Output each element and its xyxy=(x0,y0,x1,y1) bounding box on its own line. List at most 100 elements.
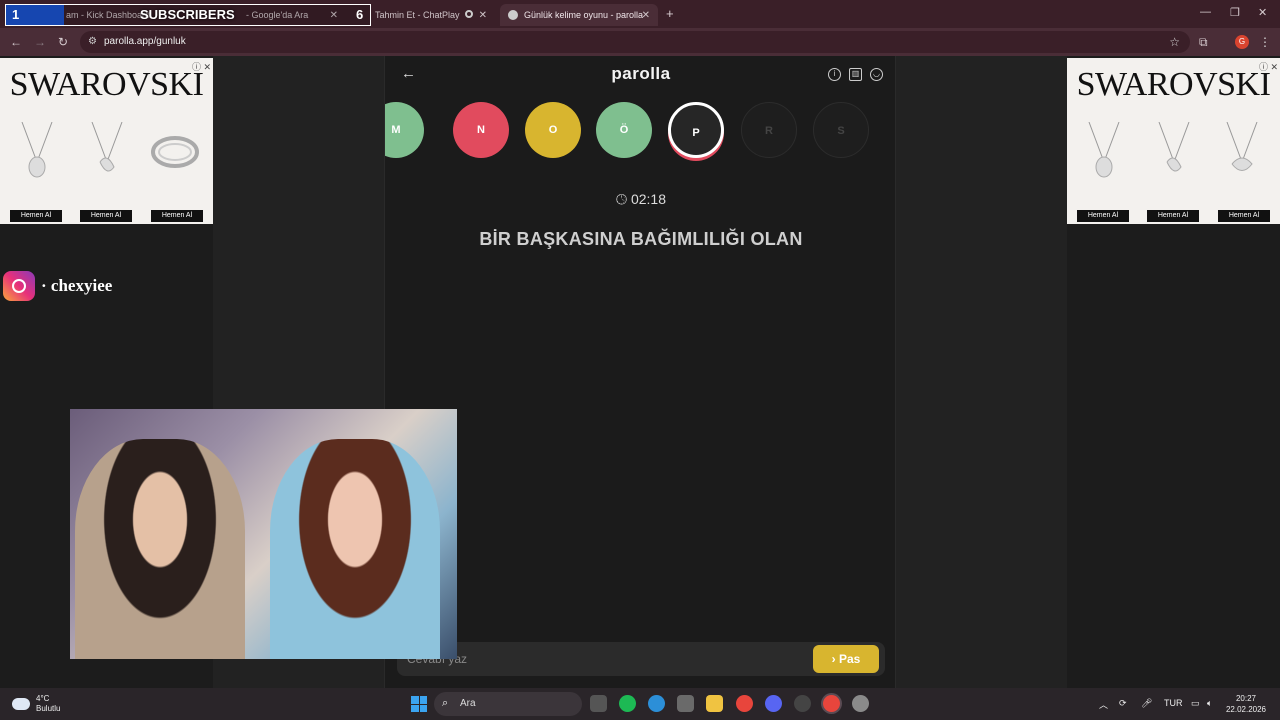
instagram-handle: · chexyiee xyxy=(3,271,112,301)
windows-start-icon[interactable] xyxy=(411,696,427,712)
ad-close-icon[interactable]: ⓘ ✕ xyxy=(1259,60,1278,73)
streamer-right xyxy=(270,439,440,659)
subscribers-overlay: 1 SUBSCRIBERS 6 xyxy=(5,4,371,26)
taskbar-search[interactable]: ⌕ Ara xyxy=(434,692,582,716)
ad-close-icon[interactable]: ⓘ ✕ xyxy=(192,60,211,73)
letter-circle: O xyxy=(525,102,581,158)
tray-chevron-icon[interactable]: ︿ xyxy=(1099,698,1108,711)
browser-tab-bar: am - Kick Dashboard - Google'da Ara ✕ Ta… xyxy=(0,0,1280,28)
webcam-overlay xyxy=(70,409,457,659)
minimize-icon[interactable]: — xyxy=(1200,6,1211,18)
record-icon xyxy=(465,10,473,18)
close-icon[interactable]: ✕ xyxy=(479,10,487,21)
clock[interactable]: 20:27 22.02.2026 xyxy=(1221,693,1271,715)
obs-icon[interactable] xyxy=(794,695,811,712)
clock-time: 20:27 xyxy=(1235,694,1257,703)
subscribers-label: SUBSCRIBERS xyxy=(140,7,235,22)
question-text: BİR BAŞKASINA BAĞIMLILIĞI OLAN xyxy=(479,229,803,249)
discord-icon[interactable] xyxy=(765,695,782,712)
necklace-image xyxy=(1158,122,1190,172)
weather-temp: 4°C xyxy=(36,694,50,703)
info-icon[interactable]: i xyxy=(828,68,841,81)
subscribers-right-count: 6 xyxy=(356,7,364,22)
necklace-image xyxy=(91,122,123,172)
profile-avatar[interactable]: G xyxy=(1235,35,1249,49)
menu-dots-icon[interactable]: ⋮ xyxy=(1259,35,1271,49)
tab-label: Günlük kelime oyunu - parolla xyxy=(524,10,644,20)
web-page: SWAROVSKI ⓘ ✕ Hemen Al Hemen Al Hemen Al… xyxy=(0,56,1280,688)
store-icon[interactable] xyxy=(677,695,694,712)
swarovski-ad-right[interactable]: SWAROVSKI ⓘ ✕ Hemen Al Hemen Al Hemen Al xyxy=(1067,58,1280,224)
tab-label: Tahmin Et - ChatPlay xyxy=(375,10,460,20)
subscribers-left-count: 1 xyxy=(6,5,64,25)
new-tab-button[interactable]: + xyxy=(666,6,674,21)
file-explorer-icon[interactable] xyxy=(706,695,723,712)
volume-icon[interactable]: 🔈︎ xyxy=(1207,698,1212,709)
bookmark-star-icon[interactable]: ☆ xyxy=(1169,35,1180,49)
right-sidebar: SWAROVSKI ⓘ ✕ Hemen Al Hemen Al Hemen Al xyxy=(1067,56,1280,688)
task-view-icon[interactable] xyxy=(590,695,607,712)
taskbar-search-text: Ara xyxy=(460,698,476,709)
spotify-icon[interactable] xyxy=(619,695,636,712)
letter-circle: S xyxy=(813,102,869,158)
buy-now-button[interactable]: Hemen Al xyxy=(1218,210,1270,222)
mic-icon[interactable]: 🎤︎ xyxy=(1141,698,1152,709)
bracelet-image xyxy=(151,136,199,168)
buy-now-button[interactable]: Hemen Al xyxy=(151,210,203,222)
clock-icon: 🕓︎ xyxy=(615,191,628,207)
necklace-image xyxy=(1226,122,1258,171)
chrome-active-icon[interactable] xyxy=(823,695,840,712)
weather-widget[interactable]: 4°C Bulutlu xyxy=(12,694,60,714)
instagram-icon xyxy=(3,271,35,301)
letter-circle: Ö xyxy=(596,102,652,158)
ad-brand: SWAROVSKI xyxy=(1076,66,1271,103)
letter-wheel: M N O Ö P R S xyxy=(385,100,897,164)
buy-now-button[interactable]: Hemen Al xyxy=(80,210,132,222)
user-icon[interactable]: ◡ xyxy=(870,68,883,81)
instagram-username: · chexyiee xyxy=(41,276,113,295)
site-info-icon[interactable]: ⚙ xyxy=(88,36,97,47)
close-icon[interactable]: ✕ xyxy=(642,10,650,21)
restore-icon[interactable]: ❐ xyxy=(1230,6,1240,19)
pass-button[interactable]: › Pas xyxy=(813,645,879,673)
swarovski-ad-left[interactable]: SWAROVSKI ⓘ ✕ Hemen Al Hemen Al Hemen Al xyxy=(0,58,213,224)
network-tray-icon[interactable]: ⟳ xyxy=(1119,698,1127,709)
buy-now-button[interactable]: Hemen Al xyxy=(1077,210,1129,222)
stats-icon[interactable]: ▥ xyxy=(849,68,862,81)
weather-desc: Bulutlu xyxy=(36,704,61,713)
game-header: ← parolla i ▥ ◡ xyxy=(385,56,897,94)
timer: 🕓︎ 02:18 xyxy=(385,191,897,208)
letter-circle-current: P xyxy=(668,102,724,158)
header-icons: i ▥ ◡ xyxy=(828,68,883,81)
settings-icon[interactable] xyxy=(852,695,869,712)
url-text: parolla.app/gunluk xyxy=(104,36,186,47)
extensions-icon[interactable]: ⧉ xyxy=(1199,35,1208,50)
cloud-icon xyxy=(12,698,30,710)
chrome-icon[interactable] xyxy=(736,695,753,712)
language-indicator[interactable]: TUR xyxy=(1164,698,1183,708)
tab-parolla[interactable]: Günlük kelime oyunu - parolla ✕ xyxy=(500,4,658,26)
display-icon[interactable]: ▭ xyxy=(1191,698,1200,709)
letter-circle: N xyxy=(453,102,509,158)
streamer-left xyxy=(75,439,245,659)
search-icon: ⌕ xyxy=(442,697,449,709)
pass-label: Pas xyxy=(838,652,861,666)
address-bar[interactable]: ⚙ parolla.app/gunluk ☆ xyxy=(80,31,1190,53)
clock-date: 22.02.2026 xyxy=(1225,705,1267,714)
taskbar: 4°C Bulutlu ⌕ Ara ︿ ⟳ 🎤︎ TUR ▭ 🔈︎ 20:27 … xyxy=(0,688,1280,720)
parolla-favicon-icon xyxy=(508,10,518,20)
timer-value: 02:18 xyxy=(630,191,666,207)
game-panel: ← parolla i ▥ ◡ M N O Ö P R S 🕓︎ 02:18 B… xyxy=(384,56,896,688)
edge-icon[interactable] xyxy=(648,695,665,712)
close-window-icon[interactable]: ✕ xyxy=(1258,6,1267,19)
browser-toolbar: ← → ↻ ⚙ parolla.app/gunluk ☆ ⧉ ⋮ xyxy=(0,28,1280,56)
chevron-right-icon: › xyxy=(831,652,836,666)
game-title: parolla xyxy=(611,64,671,83)
buy-now-button[interactable]: Hemen Al xyxy=(10,210,62,222)
forward-icon[interactable]: → xyxy=(34,35,46,49)
necklace-image xyxy=(21,122,53,178)
answer-bar: Cevabı yaz › Pas xyxy=(397,642,885,676)
back-icon[interactable]: ← xyxy=(10,35,22,49)
reload-icon[interactable]: ↻ xyxy=(58,35,68,49)
buy-now-button[interactable]: Hemen Al xyxy=(1147,210,1199,222)
